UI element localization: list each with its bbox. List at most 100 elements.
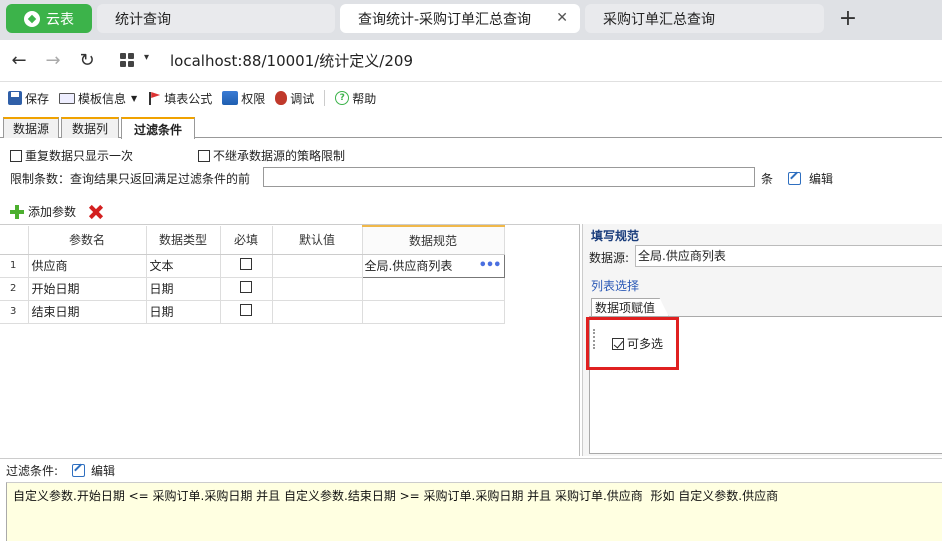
browser-tab-order-summary[interactable]: 采购订单汇总查询 bbox=[585, 4, 824, 33]
permission-button[interactable]: 权限 bbox=[222, 88, 265, 108]
row-number: 2 bbox=[0, 277, 29, 301]
data-spec-cell[interactable] bbox=[362, 300, 505, 324]
reload-icon[interactable]: ↻ bbox=[76, 49, 98, 71]
debug-button[interactable]: 调试 bbox=[275, 88, 314, 108]
tab-label: 过滤条件 bbox=[133, 122, 182, 137]
add-icon[interactable] bbox=[10, 204, 24, 219]
limit-count-input[interactable] bbox=[263, 167, 755, 187]
show-once-option[interactable]: 重复数据只显示一次 bbox=[10, 147, 133, 164]
forward-arrow-icon[interactable]: → bbox=[42, 49, 64, 71]
required-cell[interactable] bbox=[220, 277, 273, 301]
more-options-icon[interactable]: ••• bbox=[479, 258, 502, 273]
filter-edit-button[interactable]: 编辑 bbox=[91, 462, 115, 479]
required-cell[interactable] bbox=[220, 300, 273, 324]
data-spec-cell[interactable] bbox=[362, 277, 505, 301]
app-toolbar: 保存 模板信息 ▼ 填表公式 权限 调试 ? 帮助 bbox=[0, 84, 942, 112]
filter-expression[interactable]: 自定义参数.开始日期 <= 采购订单.采购日期 并且 自定义参数.结束日期 >=… bbox=[6, 482, 942, 541]
highlight-box bbox=[586, 317, 679, 370]
table-row[interactable]: 2 开始日期 日期 bbox=[0, 277, 505, 301]
browser-tab-order-summary-config[interactable]: 查询统计-采购订单汇总查询 ✕ bbox=[340, 4, 580, 33]
list-select-label: 列表选择 bbox=[591, 279, 640, 293]
debug-label: 调试 bbox=[290, 91, 315, 106]
address-bar: ← → ↻ ▾ localhost:88/10001/统计定义/209 bbox=[0, 40, 942, 82]
tab-filter-conditions[interactable]: 过滤条件 bbox=[121, 117, 195, 139]
url-field[interactable]: localhost:88/10001/统计定义/209 bbox=[170, 50, 413, 71]
new-tab-icon[interactable]: + bbox=[836, 4, 860, 33]
tab-data-source[interactable]: 数据源 bbox=[3, 117, 59, 138]
param-grid: 参数名 数据类型 必填 默认值 数据规范 1 供应商 文本 全局.供应商列表 •… bbox=[0, 224, 580, 456]
tab-data-columns[interactable]: 数据列 bbox=[61, 117, 119, 138]
show-once-checkbox[interactable] bbox=[10, 149, 22, 162]
source-label: 数据源: bbox=[589, 251, 630, 265]
no-inherit-label: 不继承数据源的策略限制 bbox=[213, 149, 346, 163]
chevron-down-icon: ▼ bbox=[131, 93, 138, 103]
default-value-cell[interactable] bbox=[272, 300, 363, 324]
fill-formula-button[interactable]: 填表公式 bbox=[147, 88, 212, 108]
add-param-button[interactable]: 添加参数 bbox=[28, 203, 76, 220]
source-input[interactable]: 全局.供应商列表 bbox=[635, 245, 942, 267]
column-header[interactable]: 参数名 bbox=[28, 226, 147, 255]
limit-label: 限制条数：查询结果只返回满足过滤条件的前 bbox=[10, 172, 251, 186]
param-table: 参数名 数据类型 必填 默认值 数据规范 1 供应商 文本 全局.供应商列表 •… bbox=[0, 225, 505, 324]
edit-icon[interactable] bbox=[72, 464, 86, 477]
param-type-cell[interactable]: 日期 bbox=[146, 277, 221, 301]
help-button[interactable]: ? 帮助 bbox=[335, 88, 376, 108]
limit-unit: 条 bbox=[761, 172, 774, 186]
apps-grid-icon[interactable] bbox=[120, 53, 134, 67]
no-inherit-checkbox[interactable] bbox=[198, 149, 210, 162]
flag-icon bbox=[147, 91, 161, 105]
bug-icon bbox=[275, 91, 288, 105]
browser-tab-stats-query[interactable]: 统计查询 bbox=[97, 4, 335, 33]
row-number: 1 bbox=[0, 254, 29, 278]
data-spec-cell[interactable]: 全局.供应商列表 ••• bbox=[361, 253, 505, 278]
save-icon bbox=[8, 91, 22, 105]
permission-label: 权限 bbox=[241, 91, 266, 106]
column-header[interactable]: 默认值 bbox=[272, 226, 363, 255]
help-label: 帮助 bbox=[352, 91, 377, 106]
save-button[interactable]: 保存 bbox=[8, 88, 49, 108]
tab-label: 数据源 bbox=[12, 122, 49, 136]
param-type-cell[interactable]: 文本 bbox=[146, 254, 221, 278]
brand-tab[interactable]: 云表 bbox=[6, 4, 92, 33]
help-icon: ? bbox=[335, 91, 350, 105]
tab-label: 数据列 bbox=[71, 122, 108, 136]
required-cell[interactable] bbox=[220, 254, 273, 278]
required-checkbox[interactable] bbox=[240, 258, 252, 270]
filter-bar: 过滤条件: 编辑 bbox=[0, 458, 942, 482]
row-number: 3 bbox=[0, 300, 29, 324]
show-once-label: 重复数据只显示一次 bbox=[25, 149, 134, 163]
browser-tab-strip: 云表 统计查询 查询统计-采购订单汇总查询 ✕ 采购订单汇总查询 + bbox=[0, 0, 942, 40]
limit-edit-button[interactable]: 编辑 bbox=[788, 170, 833, 187]
edit-label: 编辑 bbox=[809, 172, 834, 186]
template-icon bbox=[59, 92, 76, 104]
data-spec-value: 全局.供应商列表 bbox=[364, 259, 453, 273]
delete-icon[interactable] bbox=[88, 204, 104, 220]
param-name-cell[interactable]: 结束日期 bbox=[28, 300, 147, 324]
no-inherit-option[interactable]: 不继承数据源的策略限制 bbox=[198, 147, 345, 164]
param-name-cell[interactable]: 供应商 bbox=[28, 254, 147, 278]
browser-tab-label: 采购订单汇总查询 bbox=[603, 11, 715, 28]
column-header[interactable]: 数据规范 bbox=[362, 225, 505, 255]
table-header-row: 参数名 数据类型 必填 默认值 数据规范 bbox=[0, 225, 505, 255]
table-row[interactable]: 3 结束日期 日期 bbox=[0, 300, 505, 324]
column-header[interactable]: 数据类型 bbox=[146, 226, 221, 255]
brand-label: 云表 bbox=[46, 11, 74, 28]
param-name-cell[interactable]: 开始日期 bbox=[28, 277, 147, 301]
table-row[interactable]: 1 供应商 文本 全局.供应商列表 ••• bbox=[0, 253, 505, 278]
param-type-cell[interactable]: 日期 bbox=[146, 300, 221, 324]
back-arrow-icon[interactable]: ← bbox=[8, 49, 30, 71]
tab-data-item-assign[interactable]: 数据项赋值 bbox=[591, 298, 669, 317]
close-tab-icon[interactable]: ✕ bbox=[556, 10, 568, 26]
required-checkbox[interactable] bbox=[240, 304, 252, 316]
template-info-button[interactable]: 模板信息 ▼ bbox=[59, 88, 137, 108]
param-toolbar: 添加参数 bbox=[10, 203, 104, 220]
apps-dropdown-icon[interactable]: ▾ bbox=[144, 52, 149, 63]
brand-logo-icon bbox=[24, 10, 40, 27]
default-value-cell[interactable] bbox=[272, 277, 363, 301]
template-label: 模板信息 bbox=[78, 91, 127, 106]
panel-title: 填写规范 bbox=[591, 229, 640, 243]
column-header[interactable]: 必填 bbox=[220, 226, 273, 255]
toolbar-divider bbox=[324, 90, 326, 106]
default-value-cell[interactable] bbox=[272, 254, 363, 278]
required-checkbox[interactable] bbox=[240, 281, 252, 293]
